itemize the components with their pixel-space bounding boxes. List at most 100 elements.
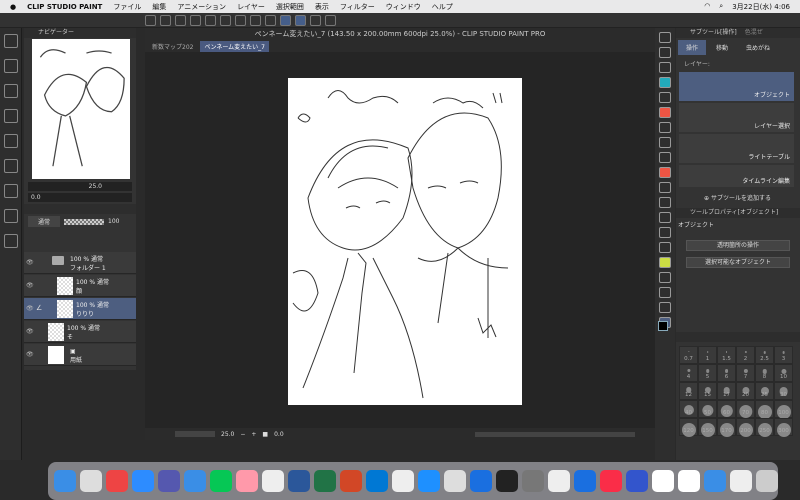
brush-size-cell[interactable]: 17 — [717, 382, 736, 400]
subtool-layer-select[interactable]: レイヤー選択 — [679, 103, 794, 132]
text-tool-icon[interactable] — [659, 287, 671, 298]
snap-grid-icon[interactable] — [310, 14, 321, 26]
palette-icon[interactable] — [4, 159, 18, 173]
layer-row[interactable]: 👁 100 % 通常そ — [24, 321, 136, 343]
blend-mode-select[interactable]: 通常 — [28, 216, 61, 227]
menu-edit[interactable]: 編集 — [152, 2, 166, 12]
tab-color-mix[interactable]: 色混ぜ — [745, 28, 763, 38]
brush-size-cell[interactable]: 5 — [698, 364, 717, 382]
menu-animation[interactable]: アニメーション — [177, 2, 226, 12]
horizontal-scrollbar[interactable] — [475, 431, 635, 437]
pen-tool-icon[interactable] — [659, 197, 671, 208]
app-icon[interactable] — [262, 470, 284, 492]
opacity-slider[interactable] — [64, 218, 105, 225]
photos-icon[interactable] — [236, 470, 258, 492]
opacity-value[interactable]: 100 — [108, 218, 119, 225]
palette-icon[interactable] — [4, 84, 18, 98]
finder-icon[interactable] — [54, 470, 76, 492]
fit-icon[interactable]: ■ — [262, 431, 268, 438]
eye-icon[interactable]: 👁 — [26, 259, 34, 266]
zoom-out-icon[interactable]: − — [240, 431, 245, 438]
text-tool-icon[interactable] — [659, 212, 671, 223]
subtool-title[interactable]: サブツール[操作] — [690, 28, 737, 38]
apple-icon[interactable]: ● — [10, 3, 16, 11]
brush-size-cell[interactable]: 50 — [698, 400, 717, 418]
outlook-icon[interactable] — [366, 470, 388, 492]
notes-icon[interactable] — [392, 470, 414, 492]
brush-size-cell[interactable]: 30 — [774, 382, 793, 400]
appstore-icon[interactable] — [470, 470, 492, 492]
transparent-operation-dropdown[interactable]: 透明箇所の操作 — [686, 240, 790, 251]
brush-size-cell[interactable]: 1 — [698, 346, 717, 364]
ruler-tool-icon[interactable] — [659, 272, 671, 283]
menu-view[interactable]: 表示 — [315, 2, 329, 12]
canvas-paper[interactable] — [288, 78, 522, 405]
brush-size-cell[interactable]: 40 — [679, 400, 698, 418]
layer-row-selected[interactable]: 👁 ∠ 100 % 通常 りりり — [24, 298, 136, 320]
icloud-icon[interactable] — [184, 470, 206, 492]
ruler-icon[interactable] — [265, 14, 276, 26]
deco-tool-icon[interactable] — [659, 152, 671, 163]
clock[interactable]: 3月22日(水) 4:06 — [732, 2, 790, 12]
airbrush-tool-icon[interactable] — [659, 92, 671, 103]
brush-size-cell[interactable]: 4 — [679, 364, 698, 382]
open-icon[interactable] — [160, 14, 171, 26]
brush-size-cell[interactable]: 25 — [755, 382, 774, 400]
menu-selection[interactable]: 選択範囲 — [276, 2, 304, 12]
settings-icon[interactable] — [522, 470, 544, 492]
operation-tool-icon[interactable] — [659, 302, 671, 313]
brush-size-cell[interactable]: 10 — [774, 364, 793, 382]
rotate-slider[interactable]: 0.0 — [28, 193, 132, 202]
palette-icon[interactable] — [4, 109, 18, 123]
app-icon[interactable] — [626, 470, 648, 492]
balloon-tool-icon[interactable] — [659, 242, 671, 253]
layer-row[interactable]: 👁 100 % 通常 フォルダー 1 — [24, 252, 136, 274]
snap-icon[interactable] — [280, 14, 291, 26]
search-icon[interactable] — [4, 234, 18, 248]
subtool-light-table[interactable]: ライトテーブル — [679, 134, 794, 163]
palette-icon[interactable] — [4, 34, 18, 48]
palette-icon[interactable] — [4, 134, 18, 148]
brush-size-cell[interactable]: 20 — [736, 382, 755, 400]
brush-tool-icon[interactable] — [659, 77, 671, 88]
zoom-slider[interactable]: 25.0 — [28, 182, 132, 191]
tool-zoom[interactable]: 虫めがね — [738, 40, 778, 55]
menu-help[interactable]: ヘルプ — [432, 2, 453, 12]
eraser-tool-icon[interactable] — [659, 62, 671, 73]
app-icon[interactable] — [444, 470, 466, 492]
app-icon[interactable] — [652, 470, 674, 492]
save-icon[interactable] — [175, 14, 186, 26]
brush-size-cell[interactable]: 7 — [736, 364, 755, 382]
brush-size-cell[interactable]: 150 — [698, 418, 717, 437]
brush-size-tabs[interactable] — [676, 332, 800, 342]
document-icon[interactable] — [730, 470, 752, 492]
app-icon[interactable] — [80, 470, 102, 492]
subtool-timeline[interactable]: タイムライン編集 — [679, 165, 794, 187]
app-icon[interactable] — [496, 470, 518, 492]
ellipse-tool-icon[interactable] — [659, 227, 671, 238]
menu-filter[interactable]: フィルター — [340, 2, 375, 12]
clipstudio-icon[interactable] — [678, 470, 700, 492]
search-icon[interactable]: ⌕ — [719, 2, 723, 12]
pen-tool-icon[interactable] — [659, 32, 671, 43]
zoom-in-icon[interactable]: + — [251, 431, 256, 438]
layer-tabs[interactable] — [24, 204, 136, 214]
layer-row[interactable]: 👁 100 % 通常顔 — [24, 275, 136, 297]
fill-tool-icon[interactable] — [659, 107, 671, 118]
angle-value[interactable]: 0.0 — [274, 431, 284, 438]
trash-icon[interactable] — [756, 470, 778, 492]
new-icon[interactable] — [145, 14, 156, 26]
app-icon[interactable] — [574, 470, 596, 492]
brush-size-cell[interactable]: 100 — [774, 400, 793, 419]
zoom-icon[interactable] — [132, 470, 154, 492]
brush-size-cell[interactable]: 170 — [717, 418, 736, 437]
gear-icon[interactable] — [659, 137, 671, 148]
frame-tool-icon[interactable] — [659, 257, 671, 268]
transform-icon[interactable] — [250, 14, 261, 26]
fill-tool-icon[interactable] — [659, 167, 671, 178]
palette-icon[interactable] — [4, 59, 18, 73]
brush-size-cell[interactable]: 60 — [717, 400, 736, 418]
brush-size-cell[interactable]: 2.5 — [755, 346, 774, 364]
eye-icon[interactable]: 👁 — [26, 328, 34, 335]
safari-icon[interactable] — [418, 470, 440, 492]
